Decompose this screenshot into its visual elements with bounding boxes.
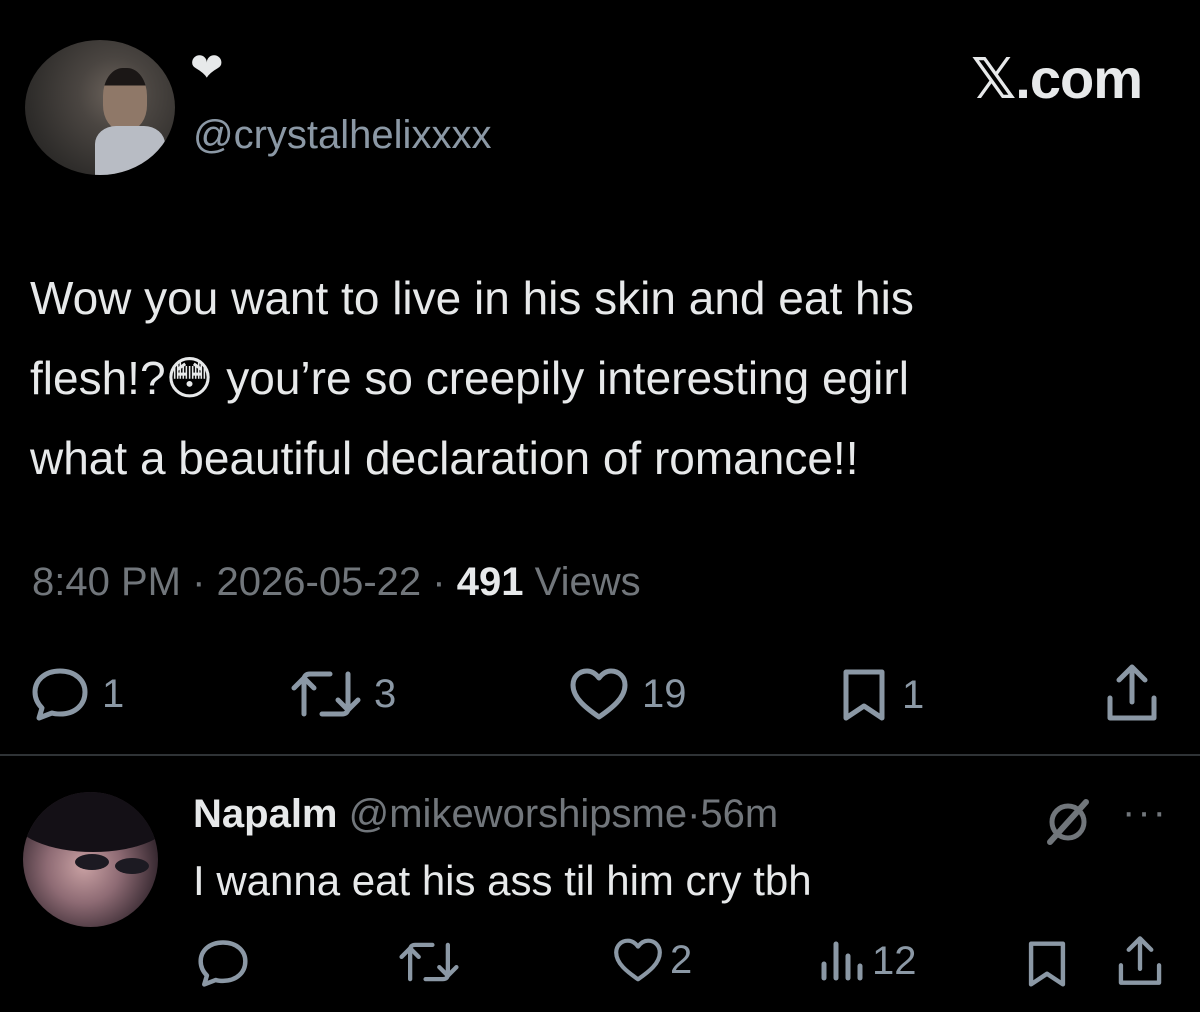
repost-icon [399, 942, 459, 982]
like-count: 19 [642, 671, 687, 716]
reply-bookmark-button[interactable] [1024, 938, 1070, 990]
reply-author-avatar[interactable] [23, 792, 158, 927]
views-icon [821, 941, 863, 981]
reply-button[interactable]: 1 [30, 666, 124, 722]
reply-icon [32, 668, 88, 721]
divider [0, 754, 1200, 756]
reply-repost-button[interactable] [398, 938, 460, 986]
tweet-text: Wow you want to live in his skin and eat… [30, 272, 914, 484]
repost-icon [291, 671, 361, 717]
grok-button[interactable] [1042, 796, 1094, 853]
more-icon[interactable]: ··· [1122, 790, 1168, 835]
reply-count: 1 [102, 671, 125, 716]
reply-author-handle[interactable]: @mikeworshipsme [349, 792, 687, 836]
reply-author-name[interactable]: Napalm [193, 792, 338, 836]
reply-views-count: 12 [872, 938, 917, 983]
tweet-meta: 8:40 PM · 2026-05-22 · 491 Views [32, 560, 641, 605]
reply-separator: · [687, 792, 701, 836]
reply-age[interactable]: 56m [700, 792, 778, 836]
bookmark-icon [1028, 941, 1066, 987]
author-handle[interactable]: @crystalhelixxxx [193, 113, 491, 158]
like-icon [614, 938, 662, 982]
reply-header: Napalm @mikeworshipsme·56m [193, 792, 778, 837]
share-icon [1118, 936, 1162, 985]
reply-reply-button[interactable] [196, 938, 250, 988]
reply-share-button[interactable] [1114, 934, 1166, 988]
tweet-time: 8:40 PM [32, 560, 181, 604]
bookmark-icon [843, 669, 885, 721]
views-count: 491 [456, 560, 524, 604]
share-icon [1107, 664, 1157, 721]
author-avatar[interactable] [25, 40, 175, 175]
display-name-heart-icon: ❤ [190, 46, 224, 90]
reply-like-count: 2 [670, 937, 693, 982]
tweet-date: 2026-05-22 [216, 560, 422, 604]
reply-icon [198, 940, 248, 987]
bookmark-count: 1 [902, 672, 925, 717]
repost-count: 3 [374, 671, 397, 716]
reply-like-button[interactable]: 2 [612, 936, 692, 984]
like-button[interactable]: 19 [568, 666, 687, 722]
repost-button[interactable]: 3 [290, 666, 396, 722]
like-icon [570, 668, 628, 720]
views-label[interactable]: Views [535, 560, 641, 604]
reply-views-button[interactable]: 12 [818, 936, 917, 986]
meta-separator: · [192, 560, 206, 604]
reply-text: I wanna eat his ass til him cry tbh [193, 857, 812, 904]
share-button[interactable] [1102, 662, 1162, 724]
x-brand-logo: 𝕏.com [971, 47, 1143, 110]
bookmark-button[interactable]: 1 [838, 666, 924, 724]
meta-separator: · [432, 560, 446, 604]
grok-icon [1047, 799, 1089, 845]
